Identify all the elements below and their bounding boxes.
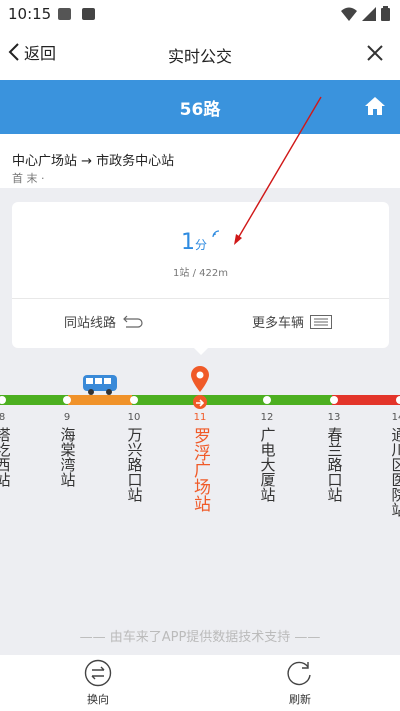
stop-name: 海棠湾站 — [58, 427, 77, 487]
refresh-icon — [287, 661, 311, 686]
stop-index: 10 — [127, 412, 141, 423]
stop-index: 13 — [327, 412, 341, 423]
app-notification-icon — [82, 8, 95, 20]
stop-dot — [396, 396, 400, 404]
eta-distance: 1站 / 422m — [173, 268, 228, 279]
stop-dot — [330, 396, 338, 404]
stop-item[interactable]: 8 塔圪西站 — [0, 412, 12, 487]
list-icon — [310, 314, 333, 329]
refresh-label: 刷新 — [289, 693, 311, 706]
stop-name: 罗浮广场站 — [190, 427, 210, 512]
stop-dot — [130, 396, 138, 404]
data-source-note: —— 由车来了APP提供数据技术支持 —— — [79, 630, 321, 645]
home-icon — [365, 97, 385, 115]
refresh-button[interactable]: 刷新 — [286, 659, 314, 707]
current-stop-marker — [193, 395, 207, 409]
stop-index: 9 — [63, 412, 71, 423]
direction-text: 中心广场站 → 市政务中心站 — [12, 154, 175, 169]
more-vehicles-label: 更多车辆 — [252, 316, 305, 331]
reverse-label: 换向 — [87, 693, 109, 706]
eta-minutes: 1 — [180, 230, 195, 255]
status-icons — [341, 6, 390, 21]
battery-icon — [381, 6, 390, 21]
app-bar: 返回 实时公交 — [0, 28, 400, 80]
realtime-signal-icon — [212, 230, 220, 238]
close-icon — [367, 45, 383, 61]
stop-item[interactable]: 10 万兴路口站 — [124, 412, 144, 502]
location-pin-icon — [190, 366, 210, 396]
transfer-icon — [123, 315, 143, 328]
stop-item[interactable]: 14 通川区医院站 — [388, 412, 400, 517]
stop-item[interactable]: 12 广电大厦站 — [257, 412, 277, 502]
stop-name: 春兰路口站 — [325, 427, 344, 502]
arrow-right-icon — [196, 399, 205, 407]
line-segment-red — [332, 395, 400, 405]
line-segment-green — [132, 395, 332, 405]
swap-direction-icon — [84, 659, 112, 687]
eta-value: 1分 — [12, 230, 389, 255]
stop-name: 通川区医院站 — [389, 427, 400, 517]
direction-row: 中心广场站 → 市政务中心站 首 末 · — [0, 134, 400, 188]
line-segment-green — [0, 395, 68, 405]
status-time: 10:15 — [8, 5, 52, 23]
stop-dot — [263, 396, 271, 404]
status-bar: 10:15 — [0, 0, 400, 28]
route-name: 56路 — [179, 100, 221, 120]
stop-name: 广电大厦站 — [258, 427, 277, 502]
stop-dot — [63, 396, 71, 404]
stop-item[interactable]: 13 春兰路口站 — [324, 412, 344, 502]
home-button[interactable] — [364, 96, 386, 120]
stop-name: 塔圪西站 — [0, 427, 12, 487]
bus-icon[interactable] — [82, 374, 118, 400]
stop-index: 8 — [0, 412, 6, 423]
card-pointer — [194, 348, 208, 355]
wifi-icon — [341, 7, 357, 21]
close-button[interactable] — [360, 38, 390, 72]
stop-item[interactable]: 9 海棠湾站 — [57, 412, 77, 487]
stop-index: 14 — [391, 412, 400, 423]
first-last-bus: 首 末 · — [12, 172, 45, 185]
route-header: 56路 — [0, 80, 400, 134]
stop-name: 万兴路口站 — [125, 427, 144, 502]
page-title: 实时公交 — [167, 47, 232, 66]
same-station-lines-label: 同站线路 — [64, 316, 117, 331]
signal-icon — [362, 6, 376, 21]
stop-index: 11 — [193, 412, 207, 423]
eta-card: 1分 1站 / 422m 同站线路 更多车辆 — [12, 202, 389, 355]
more-vehicles-button[interactable]: 更多车辆 — [252, 312, 333, 331]
stop-item-current[interactable]: 11 罗浮广场站 — [190, 412, 210, 512]
image-notification-icon — [58, 8, 71, 20]
same-station-lines-button[interactable]: 同站线路 — [64, 312, 144, 331]
stop-index: 12 — [260, 412, 274, 423]
card-divider — [12, 298, 389, 299]
reverse-button[interactable]: 换向 — [84, 659, 112, 707]
eta-unit: 分 — [194, 238, 207, 252]
bottom-bar: 换向 刷新 — [0, 655, 400, 711]
